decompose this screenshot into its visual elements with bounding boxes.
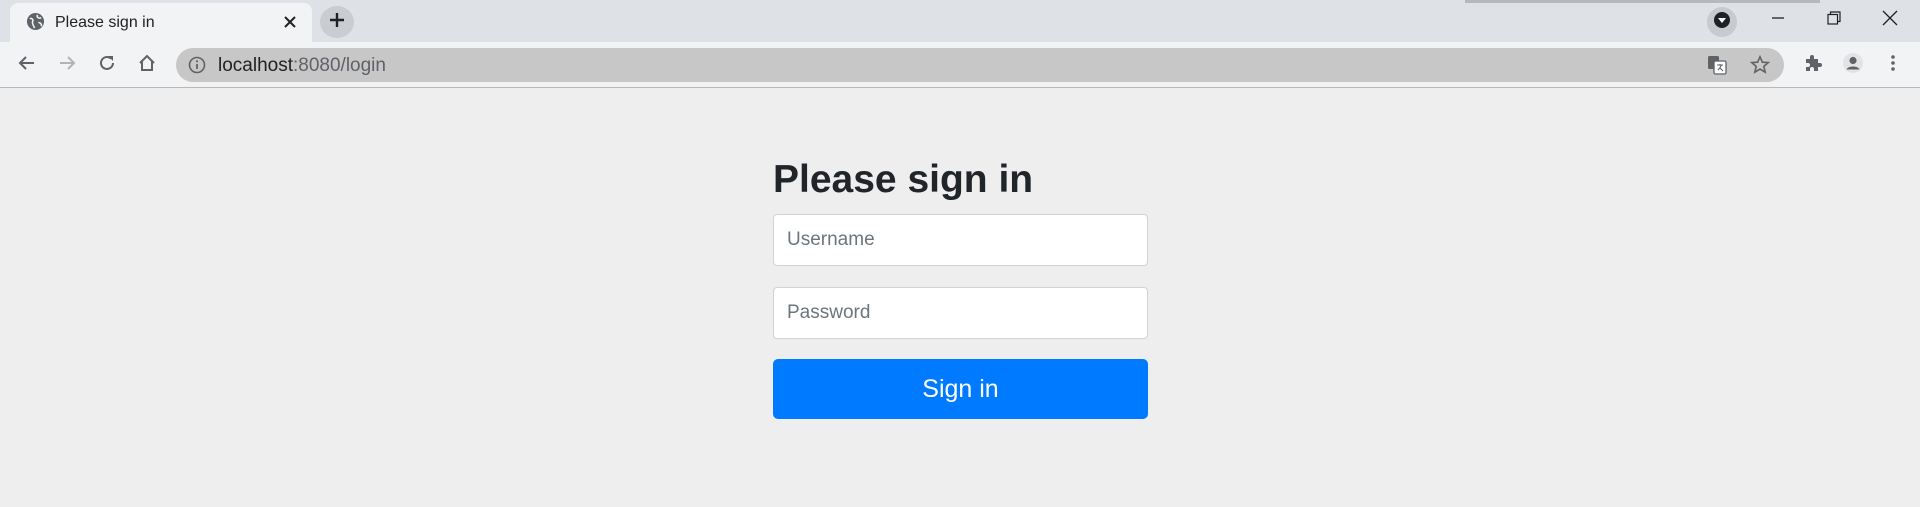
reload-icon [98, 54, 116, 77]
reload-button[interactable] [92, 50, 122, 80]
forward-button[interactable] [52, 50, 82, 80]
star-icon[interactable] [1749, 54, 1771, 76]
url-host: localhost [218, 55, 293, 76]
back-button[interactable] [12, 50, 42, 80]
restore-icon [1827, 10, 1841, 30]
tab-search-icon [1713, 11, 1731, 34]
menu-kebab-icon [1890, 54, 1896, 77]
back-arrow-icon [18, 54, 36, 77]
new-tab-button[interactable] [320, 6, 354, 38]
profile-icon [1842, 52, 1864, 79]
page-title: Please sign in [773, 158, 1034, 201]
extensions-icon [1803, 53, 1823, 78]
window-close-icon [1882, 10, 1898, 31]
browser-menu-button[interactable] [1878, 50, 1908, 80]
home-icon [138, 54, 156, 77]
home-button[interactable] [132, 50, 162, 80]
globe-icon [26, 12, 45, 31]
username-input[interactable] [773, 214, 1148, 266]
minimize-icon [1771, 11, 1785, 30]
tab-title: Please sign in [55, 14, 155, 31]
url-path: :8080/login [293, 55, 386, 76]
minimize-button[interactable] [1750, 0, 1806, 40]
window-close-button[interactable] [1862, 0, 1918, 40]
url-text: localhost:8080/login [218, 55, 386, 77]
browser-toolbar: localhost:8080/login [0, 42, 1920, 88]
page-content: Please sign in Sign in [0, 89, 1920, 507]
close-icon[interactable] [280, 12, 300, 32]
password-input[interactable] [773, 287, 1148, 339]
tab-search-button[interactable] [1707, 7, 1737, 37]
translate-icon[interactable] [1706, 54, 1728, 76]
info-icon[interactable] [188, 56, 206, 74]
plus-icon [329, 12, 345, 33]
address-bar[interactable]: localhost:8080/login [176, 48, 1784, 82]
profile-button[interactable] [1838, 50, 1868, 80]
tab-strip: Please sign in [0, 0, 1920, 42]
restore-button[interactable] [1806, 0, 1862, 40]
extensions-button[interactable] [1798, 50, 1828, 80]
forward-arrow-icon [58, 54, 76, 77]
browser-tab[interactable]: Please sign in [10, 3, 312, 42]
sign-in-button[interactable]: Sign in [773, 359, 1148, 419]
